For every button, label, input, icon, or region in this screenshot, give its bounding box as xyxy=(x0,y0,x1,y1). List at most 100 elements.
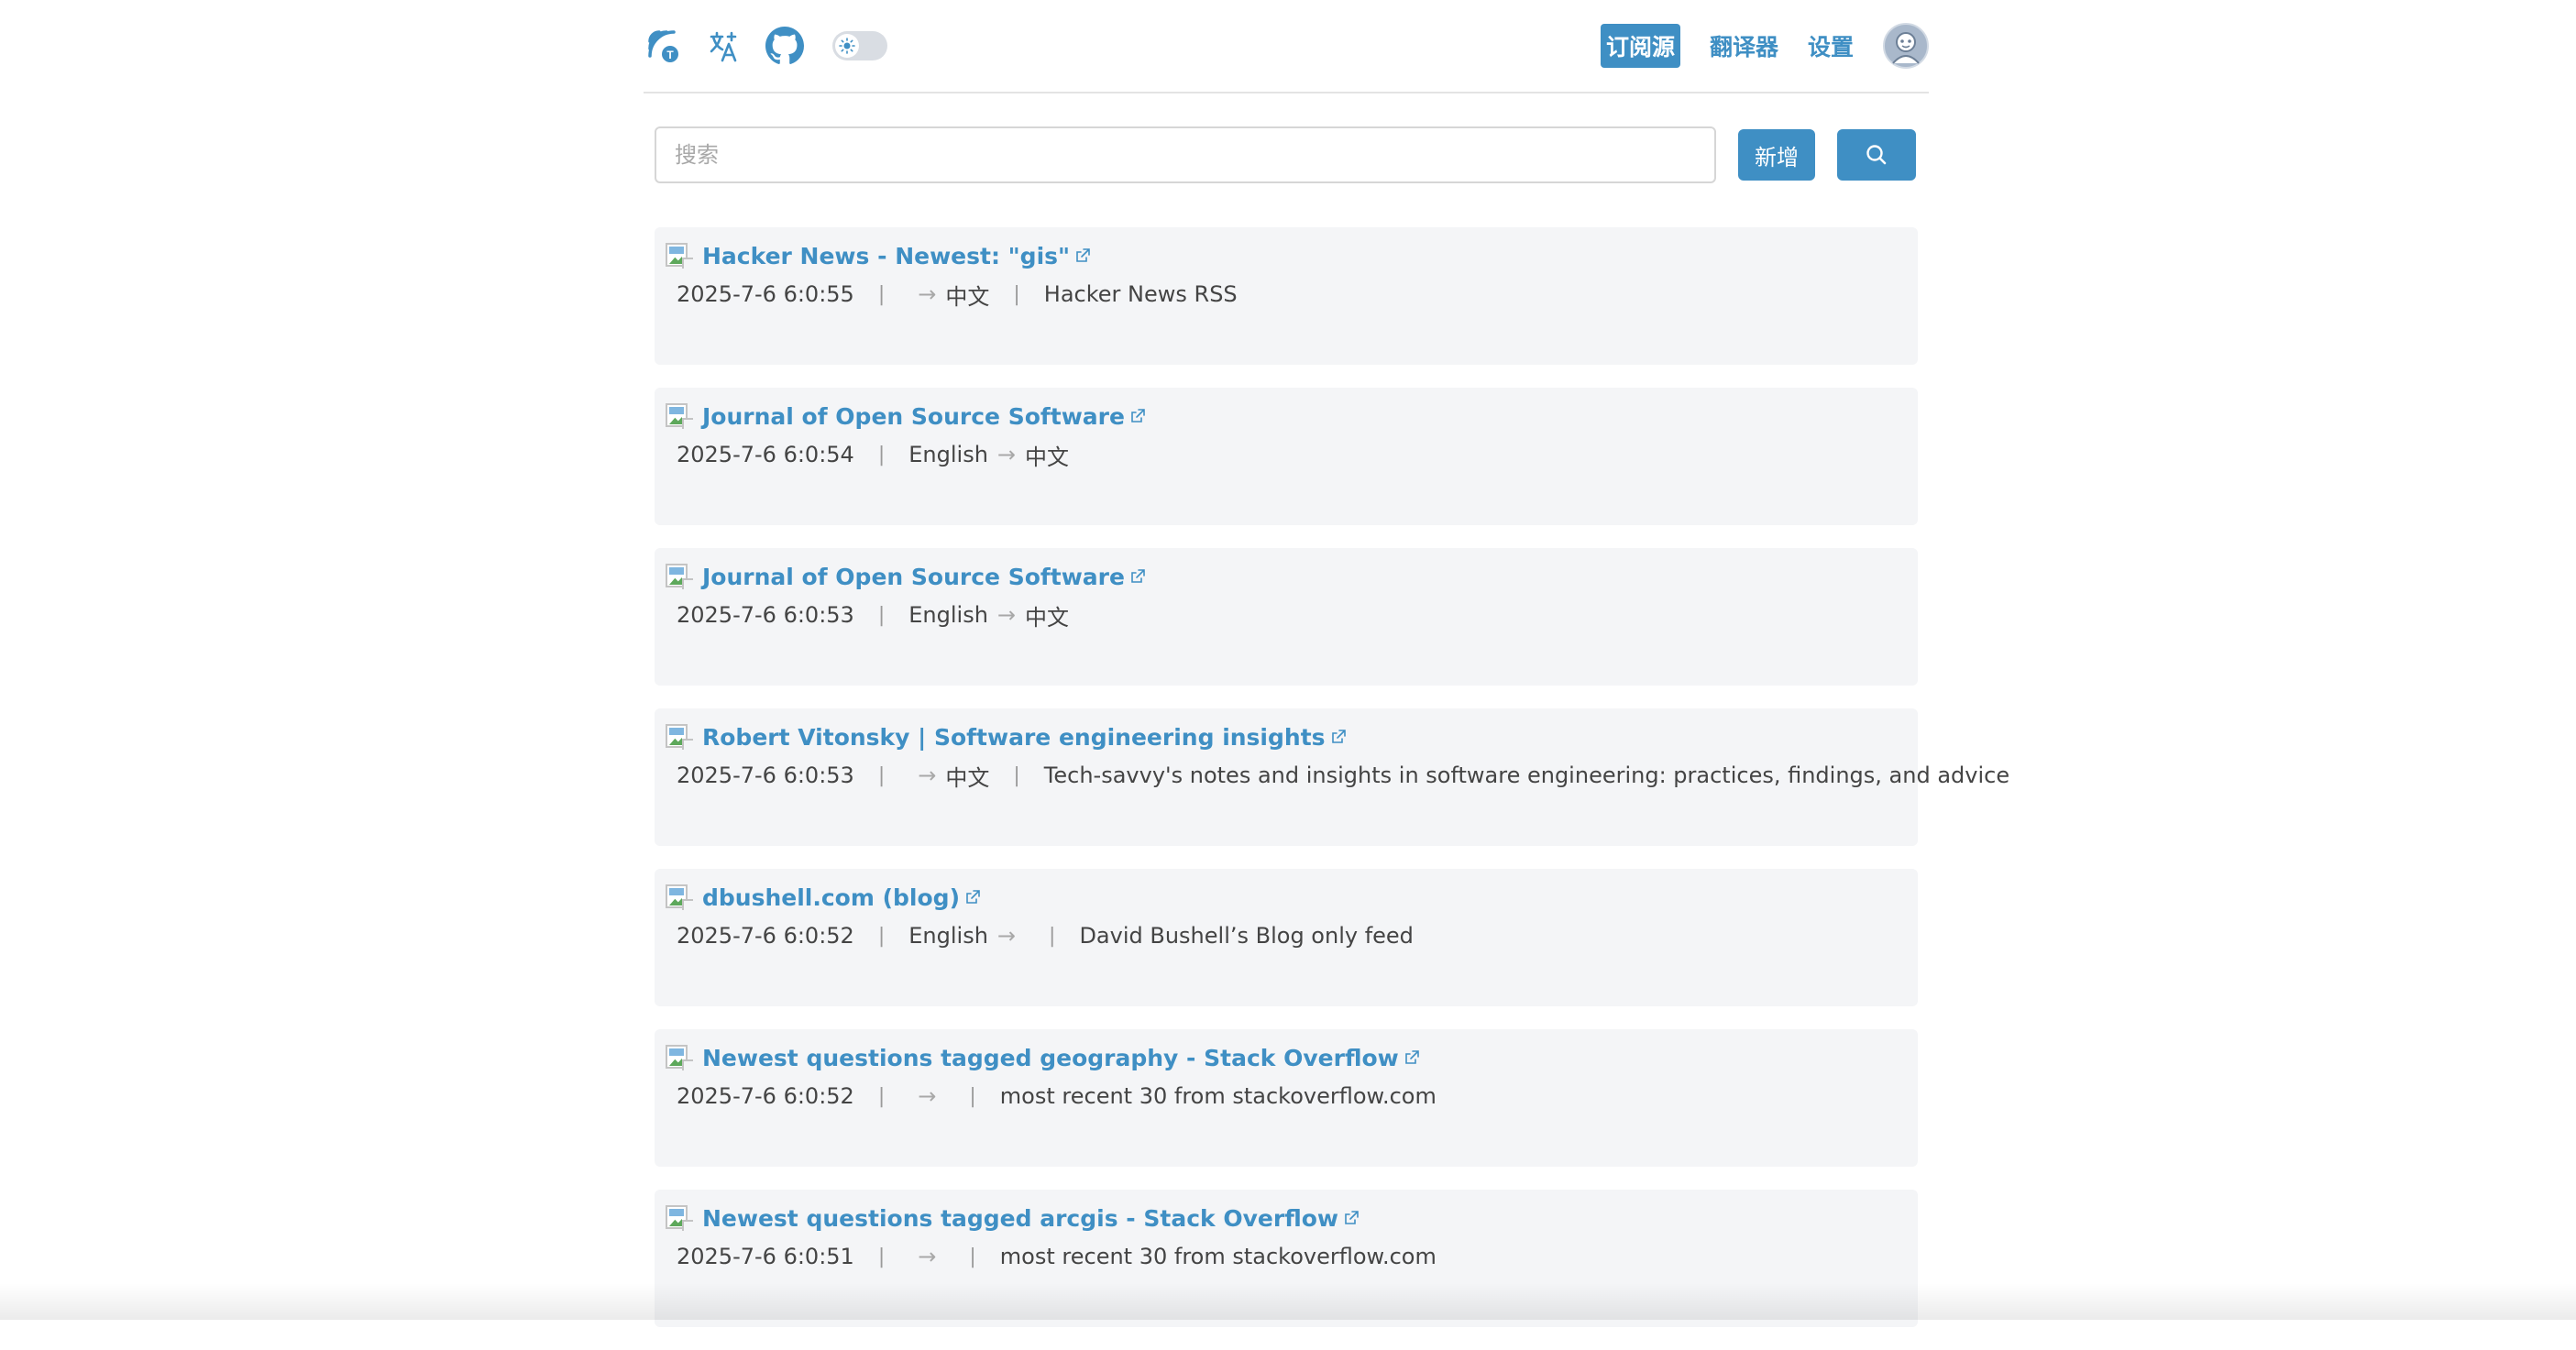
feed-meta: 2025-7-6 6:0:54 | English → 中文 | xyxy=(677,434,1907,476)
divider: | xyxy=(878,283,885,306)
feed-meta: 2025-7-6 6:0:52 | English → | David Bush… xyxy=(677,915,1907,957)
external-link-icon[interactable] xyxy=(1403,1048,1421,1067)
arrow-right-icon: → xyxy=(918,281,936,307)
divider: | xyxy=(1013,764,1019,787)
feed-time: 2025-7-6 6:0:54 xyxy=(677,442,854,467)
feed-title-link[interactable]: Hacker News - Newest: "gis" xyxy=(702,243,1070,269)
feed-from-lang: English xyxy=(908,442,988,467)
feed-title-link[interactable]: Journal of Open Source Software xyxy=(702,564,1125,590)
feed-title-row: Journal of Open Source Software xyxy=(666,559,1907,594)
feed-description: most recent 30 from stackoverflow.com xyxy=(1000,1083,1437,1109)
broken-image-icon xyxy=(666,1205,693,1231)
feed-meta: 2025-7-6 6:0:51 | → | most recent 30 fro… xyxy=(677,1235,1907,1278)
broken-image-icon xyxy=(666,564,693,589)
feed-title-row: Newest questions tagged arcgis - Stack O… xyxy=(666,1201,1907,1235)
feed-time: 2025-7-6 6:0:53 xyxy=(677,763,854,788)
feed-card[interactable]: Journal of Open Source Software 2025-7-6… xyxy=(655,548,1918,686)
feed-to-lang: 中文 xyxy=(945,279,989,311)
feed-title-link[interactable]: Robert Vitonsky | Software engineering i… xyxy=(702,724,1326,751)
feed-meta: 2025-7-6 6:0:55 | → 中文 | Hacker News RSS xyxy=(677,273,1907,315)
top-header: T xyxy=(644,0,1929,93)
nav-subscriptions[interactable]: 订阅源 xyxy=(1601,24,1680,68)
divider: | xyxy=(1049,925,1055,948)
header-nav: 订阅源 翻译器 设置 xyxy=(1601,23,1929,69)
feed-card[interactable]: dbushell.com (blog) 2025-7-6 6:0:52 | En… xyxy=(655,869,1918,1006)
feed-title-row: dbushell.com (blog) xyxy=(666,880,1907,915)
divider: | xyxy=(969,1085,975,1108)
feed-to-lang: 中文 xyxy=(945,760,989,792)
feed-title-link[interactable]: Newest questions tagged arcgis - Stack O… xyxy=(702,1205,1338,1232)
rss-translate-icon[interactable]: T xyxy=(644,26,684,66)
feed-time: 2025-7-6 6:0:53 xyxy=(677,602,854,628)
arrow-right-icon: → xyxy=(918,763,936,788)
sun-icon xyxy=(835,34,859,58)
feed-meta: 2025-7-6 6:0:53 | → 中文 | Tech-savvy's no… xyxy=(677,754,1907,796)
avatar[interactable] xyxy=(1883,23,1929,69)
feed-time: 2025-7-6 6:0:52 xyxy=(677,923,854,949)
divider: | xyxy=(1013,283,1019,306)
feed-time: 2025-7-6 6:0:52 xyxy=(677,1083,854,1109)
arrow-right-icon: → xyxy=(997,923,1016,949)
divider: | xyxy=(878,764,885,787)
bottom-shadow xyxy=(0,1283,2576,1320)
feed-time: 2025-7-6 6:0:51 xyxy=(677,1244,854,1269)
app-container: T xyxy=(644,0,1929,1350)
feed-description: most recent 30 from stackoverflow.com xyxy=(1000,1244,1437,1269)
feed-title-row: Hacker News - Newest: "gis" xyxy=(666,238,1907,273)
feed-meta: 2025-7-6 6:0:52 | → | most recent 30 fro… xyxy=(677,1075,1907,1117)
divider: | xyxy=(878,1085,885,1108)
feed-title-link[interactable]: dbushell.com (blog) xyxy=(702,884,960,911)
nav-translators[interactable]: 翻译器 xyxy=(1710,29,1778,62)
broken-image-icon xyxy=(666,403,693,429)
broken-image-icon xyxy=(666,243,693,269)
svg-text:T: T xyxy=(666,49,674,61)
nav-settings[interactable]: 设置 xyxy=(1808,29,1854,62)
feed-time: 2025-7-6 6:0:55 xyxy=(677,281,854,307)
feed-from-lang: English xyxy=(908,923,988,949)
feed-to-lang: 中文 xyxy=(1025,439,1069,471)
divider: | xyxy=(878,925,885,948)
feed-title-row: Newest questions tagged geography - Stac… xyxy=(666,1040,1907,1075)
divider: | xyxy=(878,444,885,466)
arrow-right-icon: → xyxy=(997,602,1016,628)
feed-card[interactable]: Journal of Open Source Software 2025-7-6… xyxy=(655,388,1918,525)
external-link-icon[interactable] xyxy=(1128,407,1147,425)
search-input[interactable] xyxy=(655,126,1716,183)
feed-description: Hacker News RSS xyxy=(1044,281,1238,307)
feed-list: Hacker News - Newest: "gis" 2025-7-6 6:0… xyxy=(644,227,1929,1327)
search-button[interactable] xyxy=(1837,129,1916,181)
feed-card[interactable]: Newest questions tagged geography - Stac… xyxy=(655,1029,1918,1167)
search-row: 新增 xyxy=(644,126,1929,183)
feed-card[interactable]: Hacker News - Newest: "gis" 2025-7-6 6:0… xyxy=(655,227,1918,365)
arrow-right-icon: → xyxy=(918,1083,936,1109)
github-icon[interactable] xyxy=(765,26,805,66)
feed-to-lang: 中文 xyxy=(1025,599,1069,631)
feed-card[interactable]: Robert Vitonsky | Software engineering i… xyxy=(655,708,1918,846)
header-icons: T xyxy=(644,26,887,66)
feed-title-row: Journal of Open Source Software xyxy=(666,399,1907,434)
translate-icon[interactable] xyxy=(704,26,744,66)
broken-image-icon xyxy=(666,724,693,750)
divider: | xyxy=(878,1246,885,1268)
theme-toggle[interactable] xyxy=(832,31,887,60)
feed-title-row: Robert Vitonsky | Software engineering i… xyxy=(666,719,1907,754)
arrow-right-icon: → xyxy=(997,442,1016,467)
feed-from-lang: English xyxy=(908,602,988,628)
broken-image-icon xyxy=(666,1045,693,1070)
feed-meta: 2025-7-6 6:0:53 | English → 中文 | xyxy=(677,594,1907,636)
arrow-right-icon: → xyxy=(918,1244,936,1269)
broken-image-icon xyxy=(666,884,693,910)
external-link-icon[interactable] xyxy=(1128,567,1147,586)
search-icon xyxy=(1865,143,1888,167)
feed-description: Tech-savvy's notes and insights in softw… xyxy=(1044,763,2009,788)
add-button[interactable]: 新增 xyxy=(1738,129,1815,181)
divider: | xyxy=(969,1246,975,1268)
feed-description: David Bushell’s Blog only feed xyxy=(1079,923,1413,949)
divider: | xyxy=(878,604,885,627)
feed-title-link[interactable]: Journal of Open Source Software xyxy=(702,403,1125,430)
external-link-icon[interactable] xyxy=(963,888,982,906)
external-link-icon[interactable] xyxy=(1073,247,1092,265)
external-link-icon[interactable] xyxy=(1342,1209,1360,1227)
feed-title-link[interactable]: Newest questions tagged geography - Stac… xyxy=(702,1045,1399,1071)
external-link-icon[interactable] xyxy=(1329,728,1348,746)
